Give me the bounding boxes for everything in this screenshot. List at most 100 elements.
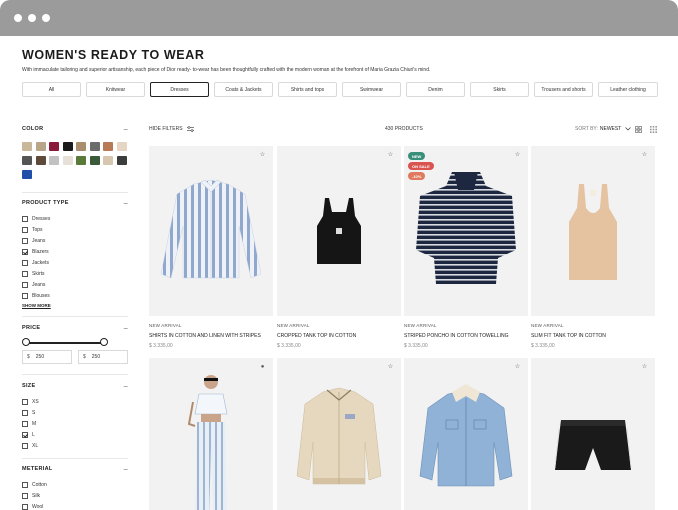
checkbox[interactable] bbox=[22, 399, 28, 405]
star-icon[interactable]: ☆ bbox=[514, 364, 521, 371]
star-icon[interactable]: ☆ bbox=[387, 152, 394, 159]
price-slider-min-handle[interactable] bbox=[22, 338, 30, 346]
tab-all[interactable]: All bbox=[22, 82, 81, 97]
checkbox-checked[interactable] bbox=[22, 432, 28, 438]
checkbox-checked[interactable] bbox=[22, 249, 28, 255]
color-swatch[interactable] bbox=[35, 156, 46, 165]
checkbox[interactable] bbox=[22, 493, 28, 499]
product-name[interactable]: SLIM FIT TANK TOP IN COTTON bbox=[531, 333, 606, 339]
price-slider-max-handle[interactable] bbox=[100, 338, 108, 346]
sort-dropdown[interactable]: SORT BY: NEWEST bbox=[575, 126, 632, 132]
collapse-icon[interactable]: – bbox=[124, 325, 128, 332]
price-min-input[interactable]: $ 250 bbox=[22, 350, 72, 364]
tab-leather-clothing[interactable]: Leather clothing bbox=[598, 82, 658, 97]
color-swatch[interactable] bbox=[116, 142, 127, 151]
product-image[interactable] bbox=[404, 358, 528, 510]
color-swatch[interactable] bbox=[89, 156, 100, 165]
star-icon[interactable]: ☆ bbox=[514, 152, 521, 159]
color-swatch[interactable] bbox=[62, 156, 73, 165]
option-wool[interactable]: Wool bbox=[22, 503, 43, 510]
tab-knitwear[interactable]: Knitwear bbox=[86, 82, 145, 97]
color-swatch[interactable] bbox=[103, 142, 113, 151]
option-cotton[interactable]: Cotton bbox=[22, 481, 47, 489]
option-jeans-2[interactable]: Jeans bbox=[22, 281, 45, 289]
color-swatch[interactable] bbox=[89, 142, 100, 151]
tab-coats-jackets[interactable]: Coats & Jackets bbox=[214, 82, 273, 97]
color-filter-header[interactable]: COLOR – bbox=[22, 126, 128, 136]
grid-2-view-icon[interactable] bbox=[635, 126, 642, 133]
product-name[interactable]: CROPPED TANK TOP IN COTTON bbox=[277, 333, 356, 339]
product-image[interactable] bbox=[277, 146, 401, 316]
checkbox[interactable] bbox=[22, 482, 28, 488]
checkbox[interactable] bbox=[22, 282, 28, 288]
color-swatch[interactable] bbox=[116, 156, 127, 165]
grid-4-view-icon[interactable] bbox=[650, 126, 657, 133]
divider bbox=[22, 316, 128, 317]
star-icon[interactable]: ☆ bbox=[641, 152, 648, 159]
star-icon[interactable]: ☆ bbox=[641, 364, 648, 371]
checkbox[interactable] bbox=[22, 216, 28, 222]
option-size-xl[interactable]: XL bbox=[22, 442, 38, 450]
tab-skirts[interactable]: Skirts bbox=[470, 82, 529, 97]
collapse-icon[interactable]: – bbox=[124, 466, 128, 473]
checkbox[interactable] bbox=[22, 410, 28, 416]
tab-trousers-shorts[interactable]: Trousers and shorts bbox=[534, 82, 593, 97]
price-max-input[interactable]: $ 250 bbox=[78, 350, 128, 364]
checkbox[interactable] bbox=[22, 227, 28, 233]
color-swatch[interactable] bbox=[22, 170, 32, 179]
option-jeans[interactable]: Jeans bbox=[22, 237, 45, 245]
product-image[interactable] bbox=[277, 358, 401, 510]
option-size-m[interactable]: M bbox=[22, 420, 36, 428]
product-image[interactable] bbox=[531, 358, 655, 510]
product-image[interactable] bbox=[531, 146, 655, 316]
option-tops[interactable]: Tops bbox=[22, 226, 43, 234]
option-skirts[interactable]: Skirts bbox=[22, 270, 45, 278]
hide-filters-button[interactable]: HIDE FILTERS bbox=[149, 126, 194, 132]
star-filled-icon[interactable]: ● bbox=[259, 364, 266, 371]
color-swatch[interactable] bbox=[62, 142, 73, 151]
size-filter-header[interactable]: SIZE – bbox=[22, 383, 128, 393]
checkbox[interactable] bbox=[22, 238, 28, 244]
show-more-link[interactable]: SHOW MORE bbox=[22, 303, 51, 308]
star-icon[interactable]: ☆ bbox=[259, 152, 266, 159]
tab-swimwear[interactable]: Swimwear bbox=[342, 82, 401, 97]
product-type-filter-header[interactable]: PRODUCT TYPE – bbox=[22, 200, 128, 210]
color-swatch[interactable] bbox=[103, 156, 113, 165]
product-name[interactable]: STRIPED PONCHO IN COTTON TOWELLING bbox=[404, 333, 508, 339]
checkbox[interactable] bbox=[22, 271, 28, 277]
product-name[interactable]: SHIRTS IN COTTON AND LINEN WITH STRIPES bbox=[149, 333, 261, 339]
checkbox[interactable] bbox=[22, 260, 28, 266]
product-image[interactable] bbox=[149, 358, 273, 510]
tab-dresses[interactable]: Dresses bbox=[150, 82, 209, 97]
option-dresses[interactable]: Dresses bbox=[22, 215, 50, 223]
price-filter-header[interactable]: PRICE – bbox=[22, 325, 128, 335]
color-swatch[interactable] bbox=[49, 156, 59, 165]
checkbox[interactable] bbox=[22, 421, 28, 427]
collapse-icon[interactable]: – bbox=[124, 383, 128, 390]
star-icon[interactable]: ☆ bbox=[387, 364, 394, 371]
color-swatch[interactable] bbox=[22, 156, 32, 165]
tab-denim[interactable]: Denim bbox=[406, 82, 465, 97]
color-swatch[interactable] bbox=[76, 142, 86, 151]
option-blouses[interactable]: Blouses bbox=[22, 292, 50, 300]
option-size-xs[interactable]: XS bbox=[22, 398, 39, 406]
collapse-icon[interactable]: – bbox=[124, 126, 128, 133]
checkbox[interactable] bbox=[22, 443, 28, 449]
option-blazers[interactable]: Blazers bbox=[22, 248, 49, 256]
color-swatch[interactable] bbox=[35, 142, 46, 151]
material-filter-header[interactable]: METERIAL – bbox=[22, 466, 128, 476]
collapse-icon[interactable]: – bbox=[124, 200, 128, 207]
option-size-s[interactable]: S bbox=[22, 409, 35, 417]
color-swatch[interactable] bbox=[76, 156, 86, 165]
option-silk[interactable]: Silk bbox=[22, 492, 40, 500]
option-jackets[interactable]: Jackets bbox=[22, 259, 49, 267]
checkbox[interactable] bbox=[22, 504, 28, 510]
option-size-l[interactable]: L bbox=[22, 431, 35, 439]
color-swatch[interactable] bbox=[22, 142, 32, 151]
color-swatch[interactable] bbox=[49, 142, 59, 151]
checkbox[interactable] bbox=[22, 293, 28, 299]
option-label: XS bbox=[32, 399, 39, 405]
price-slider-track[interactable] bbox=[25, 342, 105, 344]
product-image[interactable] bbox=[149, 146, 273, 316]
tab-shirts-tops[interactable]: Shirts and tops bbox=[278, 82, 337, 97]
